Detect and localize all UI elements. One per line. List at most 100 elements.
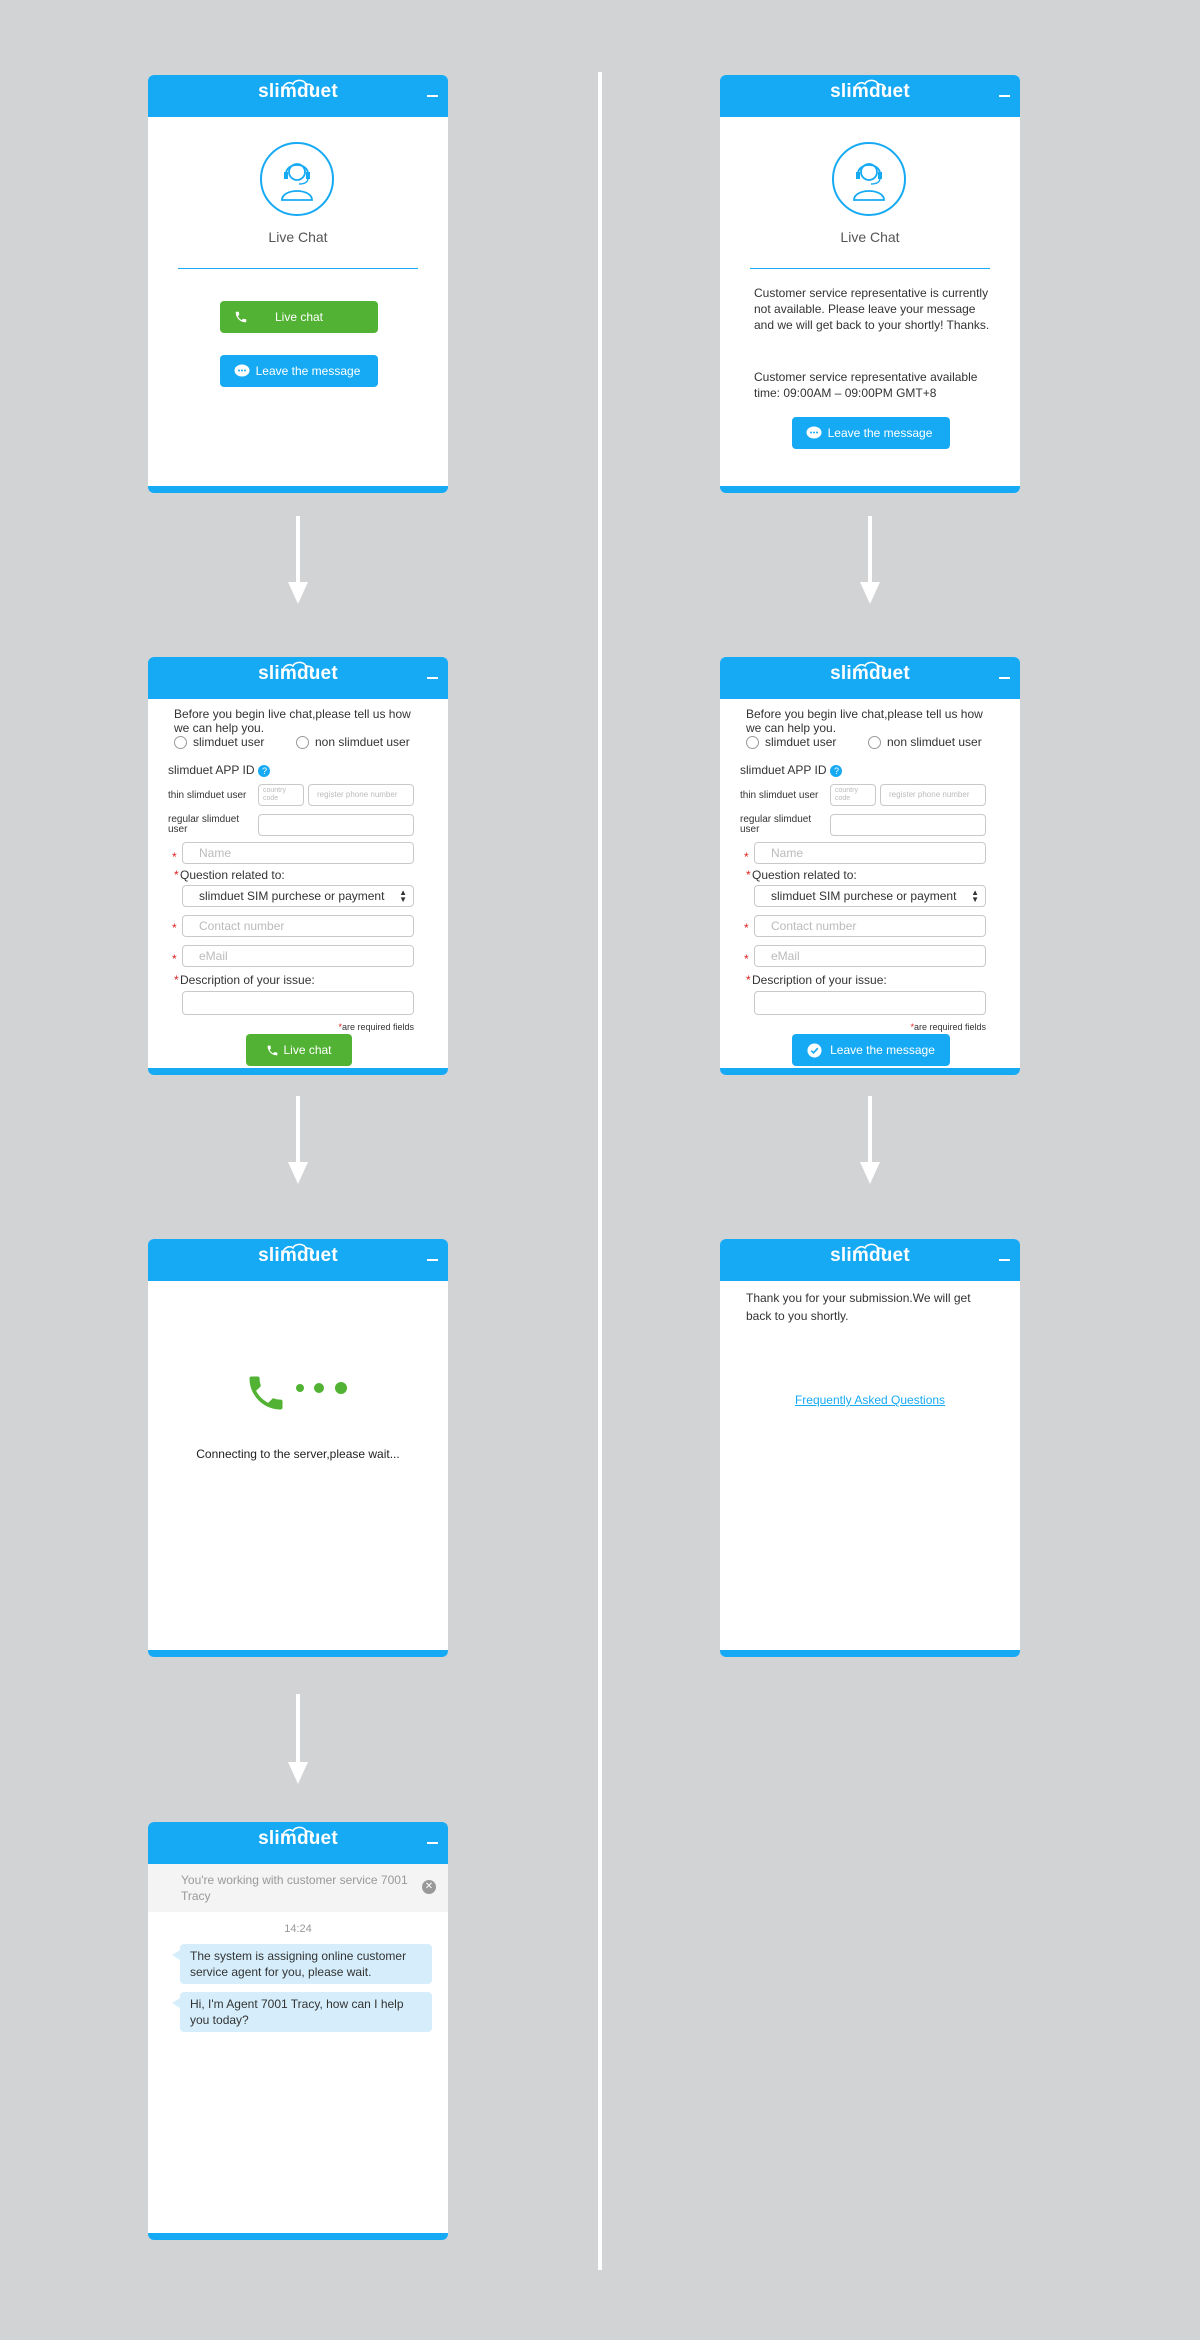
question-label: Question related to:	[180, 868, 285, 882]
close-icon[interactable]: ✕	[422, 1880, 436, 1894]
help-icon[interactable]: ?	[258, 764, 271, 777]
form-intro: Before you begin live chat,please tell u…	[746, 707, 983, 735]
register-phone-field[interactable]: register phone number	[880, 784, 986, 806]
leave-message-button[interactable]: Leave the message	[220, 355, 378, 387]
app-id-label: slimduet APP ID?	[168, 763, 271, 777]
unavailable-message: Customer service representative is curre…	[754, 286, 990, 332]
contact-number-field[interactable]: Contact number	[754, 915, 986, 937]
question-select[interactable]: slimduet SIM purchese or payment ▲ ▼	[754, 885, 986, 907]
flow-arrow	[860, 516, 880, 604]
regular-user-label: regular slimduet user	[168, 814, 240, 835]
radio-non-slimduet-user[interactable]: non slimduet user	[296, 735, 410, 749]
chat-widget-connecting: slimduet Connecting to the server,please…	[148, 1239, 448, 1657]
slimduet-logo: slimduet	[830, 81, 910, 102]
column-divider	[598, 72, 602, 2270]
radio-button[interactable]	[868, 735, 881, 749]
minimize-button[interactable]	[427, 95, 438, 97]
question-selected-value: slimduet SIM purchese or payment	[771, 889, 957, 903]
chat-message: The system is assigning online customer …	[172, 1944, 432, 1984]
submit-live-chat-label: Live chat	[283, 1043, 332, 1057]
agent-banner: You're working with customer service 700…	[148, 1864, 448, 1912]
minimize-button[interactable]	[427, 1842, 438, 1844]
minimize-button[interactable]	[427, 1259, 438, 1261]
question-select[interactable]: slimduet SIM purchese or payment ▲ ▼	[182, 885, 414, 907]
widget-footer	[720, 486, 1020, 493]
slimduet-logo: slimduet	[258, 1828, 338, 1849]
phone-icon	[235, 311, 247, 323]
chat-timestamp: 14:24	[284, 1923, 312, 1935]
thank-you-message: Thank you for your submission.We will ge…	[746, 1291, 971, 1323]
widget-footer	[148, 1650, 448, 1657]
regular-user-field[interactable]	[830, 814, 986, 836]
phone-calling-icon	[249, 1376, 283, 1410]
chat-message: Hi, I'm Agent 7001 Tracy, how can I help…	[172, 1992, 432, 2032]
email-field[interactable]: eMail	[182, 945, 414, 967]
radio-label: slimduet user	[193, 735, 265, 749]
minimize-button[interactable]	[999, 677, 1010, 679]
submit-leave-message-button[interactable]: Leave the message	[792, 1034, 950, 1066]
radio-slimduet-user[interactable]: slimduet user	[174, 735, 264, 749]
radio-slimduet-user[interactable]: slimduet user	[746, 735, 836, 749]
country-code-field[interactable]: country code	[258, 784, 304, 806]
leave-message-button[interactable]: Leave the message	[792, 417, 950, 449]
thin-user-label: thin slimduet user	[740, 790, 819, 801]
headset-agent-icon	[281, 163, 313, 201]
chat-widget-form-leave-message: slimduet Before you begin live chat,plea…	[720, 657, 1020, 1075]
phone-icon	[268, 1045, 278, 1055]
contact-number-field[interactable]: Contact number	[182, 915, 414, 937]
required-note: *are required fields	[338, 1022, 414, 1032]
widget-footer	[148, 486, 448, 493]
loading-dot	[296, 1384, 304, 1392]
description-field[interactable]	[754, 991, 986, 1015]
minimize-button[interactable]	[999, 1259, 1010, 1261]
radio-label: non slimduet user	[315, 735, 410, 749]
loading-dot	[314, 1383, 324, 1393]
description-label: Description of your issue:	[180, 973, 315, 987]
question-selected-value: slimduet SIM purchese or payment	[199, 889, 385, 903]
chat-widget-welcome: slimduet Live Chat Live chat Leave the m…	[148, 75, 448, 493]
register-phone-field[interactable]: register phone number	[308, 784, 414, 806]
widget-footer	[720, 1650, 1020, 1657]
chat-widget-form-live-chat: slimduet Before you begin live chat,plea…	[148, 657, 448, 1075]
required-star: *	[174, 868, 179, 882]
chat-widget-conversation: slimduet You're working with customer se…	[148, 1822, 448, 2240]
regular-user-field[interactable]	[258, 814, 414, 836]
radio-label: non slimduet user	[887, 735, 982, 749]
agent-avatar	[260, 142, 334, 216]
required-note-text: are required fields	[913, 1022, 986, 1032]
radio-button[interactable]	[746, 735, 759, 749]
radio-non-slimduet-user[interactable]: non slimduet user	[868, 735, 982, 749]
required-star: *	[172, 952, 177, 966]
flow-arrow	[288, 1694, 308, 1784]
submit-live-chat-button[interactable]: Live chat	[246, 1034, 352, 1066]
loading-dot	[335, 1382, 347, 1394]
live-chat-button-label: Live chat	[274, 310, 324, 324]
divider-line	[750, 268, 990, 269]
live-chat-button[interactable]: Live chat	[220, 301, 378, 333]
required-note: *are required fields	[910, 1022, 986, 1032]
chat-widget-offline: slimduet Live Chat Customer service repr…	[720, 75, 1020, 493]
thin-user-label: thin slimduet user	[168, 790, 247, 801]
slimduet-logo: slimduet	[830, 663, 910, 684]
chat-widget-thanks: slimduet Thank you for your submission.W…	[720, 1239, 1020, 1657]
country-code-field[interactable]: country code	[830, 784, 876, 806]
radio-button[interactable]	[296, 735, 309, 749]
minimize-button[interactable]	[999, 95, 1010, 97]
minimize-button[interactable]	[427, 677, 438, 679]
required-star: *	[746, 973, 751, 987]
widget-header: slimduet	[720, 75, 1020, 117]
name-field[interactable]: Name	[182, 842, 414, 864]
email-field[interactable]: eMail	[754, 945, 986, 967]
widget-footer	[720, 1068, 1020, 1075]
faq-link[interactable]: Frequently Asked Questions	[720, 1393, 1020, 1407]
help-icon[interactable]: ?	[830, 764, 843, 777]
widget-header: slimduet	[148, 657, 448, 699]
form-intro: Before you begin live chat,please tell u…	[174, 707, 411, 735]
name-field[interactable]: Name	[754, 842, 986, 864]
select-caret-icon: ▲ ▼	[971, 888, 979, 904]
widget-header: slimduet	[148, 75, 448, 117]
slimduet-logo: slimduet	[258, 663, 338, 684]
flow-arrow	[288, 516, 308, 604]
radio-button[interactable]	[174, 735, 187, 749]
description-field[interactable]	[182, 991, 414, 1015]
